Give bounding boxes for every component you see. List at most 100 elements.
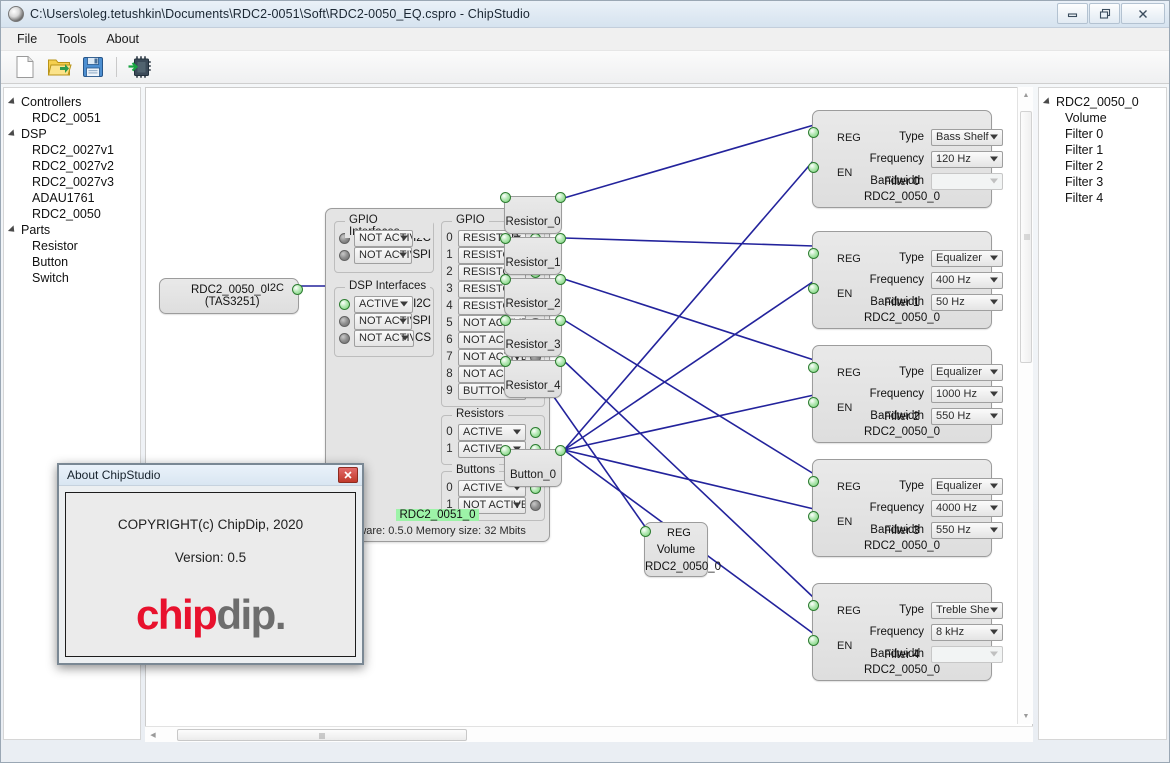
node-port-en[interactable] bbox=[808, 511, 819, 522]
resistor-row[interactable]: 0 ACTIVE bbox=[444, 423, 544, 441]
node-port-en[interactable] bbox=[808, 635, 819, 646]
gpio-interface-i2c-combo[interactable]: NOT ACTIVE bbox=[354, 229, 414, 247]
node-port-in[interactable] bbox=[500, 233, 511, 244]
tree-item-filter-3[interactable]: Filter 3 bbox=[1039, 174, 1166, 190]
vertical-scroll-thumb[interactable] bbox=[1020, 111, 1032, 363]
dsp-interface-cs-combo[interactable]: NOT ACTIVE bbox=[354, 329, 414, 347]
node-resistor-3[interactable]: Resistor_3 bbox=[500, 315, 566, 357]
dsp-interface-i2c-combo[interactable]: ACTIVE bbox=[354, 295, 414, 313]
node-resistor-1[interactable]: Resistor_1 bbox=[500, 233, 566, 275]
node-port-in[interactable] bbox=[500, 192, 511, 203]
tree-item-adau1761[interactable]: ADAU1761 bbox=[4, 190, 140, 206]
tree-group-parts[interactable]: Parts bbox=[4, 222, 140, 238]
node-port-reg[interactable] bbox=[808, 248, 819, 259]
node-port-in[interactable] bbox=[500, 315, 511, 326]
minimize-button[interactable] bbox=[1057, 3, 1088, 24]
about-close-button[interactable] bbox=[338, 467, 358, 483]
program-chip-icon[interactable] bbox=[126, 53, 154, 81]
tree-group-dsp[interactable]: DSP bbox=[4, 126, 140, 142]
canvas-horizontal-scrollbar[interactable]: ◀ bbox=[145, 726, 1033, 742]
node-port-reg[interactable] bbox=[808, 476, 819, 487]
filter-type-combo[interactable]: Equalizer bbox=[931, 249, 1003, 267]
node-button-0[interactable]: Button_0 bbox=[500, 445, 566, 487]
filter-frequency-combo[interactable]: 120 Hz bbox=[931, 150, 1003, 168]
restore-button[interactable] bbox=[1089, 3, 1120, 24]
dsp-interface-spi-combo[interactable]: NOT ACTIVE bbox=[354, 312, 413, 330]
node-port-in[interactable] bbox=[500, 274, 511, 285]
tree-item-rdc2-0051[interactable]: RDC2_0051 bbox=[4, 110, 140, 126]
node-filter-0[interactable]: REG EN Type Bass Shelf Frequency 120 Hz … bbox=[808, 110, 1003, 208]
node-port-en[interactable] bbox=[808, 162, 819, 173]
node-port-reg[interactable] bbox=[808, 600, 819, 611]
dsp-interface-row[interactable]: NOT ACTIVE SPI bbox=[339, 312, 433, 330]
resistor-0-port[interactable] bbox=[530, 426, 541, 438]
node-volume[interactable]: REG Volume RDC2_0050_0 bbox=[640, 522, 721, 577]
filter-frequency-combo[interactable]: 400 Hz bbox=[931, 271, 1003, 289]
node-port-reg[interactable] bbox=[640, 526, 651, 537]
gpio-interface-spi-combo[interactable]: NOT ACTIVE bbox=[354, 246, 413, 264]
gpio-interface-row[interactable]: NOT ACTIVE SPI bbox=[339, 246, 433, 264]
node-port-in[interactable] bbox=[500, 445, 511, 456]
node-port-en[interactable] bbox=[808, 283, 819, 294]
tree-item-filter-1[interactable]: Filter 1 bbox=[1039, 142, 1166, 158]
scroll-up-icon[interactable]: ▲ bbox=[1018, 87, 1034, 103]
filter-type-combo[interactable]: Treble She bbox=[931, 601, 1003, 619]
about-dialog[interactable]: About ChipStudio COPYRIGHT(c) ChipDip, 2… bbox=[57, 463, 364, 665]
tree-item-filter-4[interactable]: Filter 4 bbox=[1039, 190, 1166, 206]
node-port-reg[interactable] bbox=[808, 127, 819, 138]
node-resistor-0[interactable]: Resistor_0 bbox=[500, 192, 566, 234]
project-outline-tree[interactable]: RDC2_0050_0 Volume Filter 0 Filter 1 Fil… bbox=[1038, 87, 1167, 740]
filter-type-combo[interactable]: Equalizer bbox=[931, 363, 1003, 381]
close-button[interactable] bbox=[1121, 3, 1165, 24]
tree-item-rdc2-0027v1[interactable]: RDC2_0027v1 bbox=[4, 142, 140, 158]
node-port-en[interactable] bbox=[808, 397, 819, 408]
save-icon[interactable] bbox=[79, 53, 107, 81]
tree-group-label: Controllers bbox=[21, 95, 82, 109]
scroll-down-icon[interactable]: ▼ bbox=[1018, 708, 1034, 724]
resistor-0-combo[interactable]: ACTIVE bbox=[458, 423, 526, 441]
tree-item-filter-2[interactable]: Filter 2 bbox=[1039, 158, 1166, 174]
tree-item-rdc2-0027v3[interactable]: RDC2_0027v3 bbox=[4, 174, 140, 190]
dsp-interface-row[interactable]: NOT ACTIVE CS bbox=[339, 329, 433, 347]
node-filter-2[interactable]: REG EN Type Equalizer Frequency 1000 Hz … bbox=[808, 345, 1003, 443]
node-resistor-4[interactable]: Resistor_4 bbox=[500, 356, 566, 398]
tree-item-resistor[interactable]: Resistor bbox=[4, 238, 140, 254]
horizontal-scroll-thumb[interactable] bbox=[177, 729, 467, 741]
node-port-in[interactable] bbox=[500, 356, 511, 367]
tree-item-rdc2-0027v2[interactable]: RDC2_0027v2 bbox=[4, 158, 140, 174]
tree-root-rdc2-0050-0[interactable]: RDC2_0050_0 bbox=[1039, 94, 1166, 110]
node-filter-1[interactable]: REG EN Type Equalizer Frequency 400 Hz B… bbox=[808, 231, 1003, 329]
menu-item-tools[interactable]: Tools bbox=[47, 29, 96, 49]
tree-item-button[interactable]: Button bbox=[4, 254, 140, 270]
port-label-reg: REG bbox=[837, 253, 861, 265]
tree-item-filter-0[interactable]: Filter 0 bbox=[1039, 126, 1166, 142]
tree-item-switch[interactable]: Switch bbox=[4, 270, 140, 286]
open-folder-icon[interactable] bbox=[45, 53, 73, 81]
node-filter-4[interactable]: REG EN Type Treble She Frequency 8 kHz B… bbox=[808, 583, 1003, 681]
node-port-out[interactable] bbox=[555, 315, 566, 326]
new-file-icon[interactable] bbox=[11, 53, 39, 81]
filter-frequency-combo[interactable]: 4000 Hz bbox=[931, 499, 1003, 517]
tree-item-volume[interactable]: Volume bbox=[1039, 110, 1166, 126]
node-rdc2-0050-0[interactable]: I2C RDC2_0050_0 (TAS3251) bbox=[159, 278, 303, 314]
canvas-vertical-scrollbar[interactable]: ▲ ▼ bbox=[1017, 87, 1033, 724]
node-port-out[interactable] bbox=[555, 356, 566, 367]
gpio-index: 0 bbox=[446, 232, 453, 244]
filter-frequency-combo[interactable]: 8 kHz bbox=[931, 623, 1003, 641]
filter-frequency-combo[interactable]: 1000 Hz bbox=[931, 385, 1003, 403]
scroll-left-icon[interactable]: ◀ bbox=[145, 727, 161, 743]
node-port-out[interactable] bbox=[555, 274, 566, 285]
node-filter-3[interactable]: REG EN Type Equalizer Frequency 4000 Hz … bbox=[808, 459, 1003, 557]
node-port-reg[interactable] bbox=[808, 362, 819, 373]
menu-item-file[interactable]: File bbox=[7, 29, 47, 49]
node-port-out[interactable] bbox=[555, 233, 566, 244]
tree-item-rdc2-0050[interactable]: RDC2_0050 bbox=[4, 206, 140, 222]
node-port-out[interactable] bbox=[555, 445, 566, 456]
node-resistor-2[interactable]: Resistor_2 bbox=[500, 274, 566, 316]
menu-item-about[interactable]: About bbox=[96, 29, 149, 49]
tree-group-controllers[interactable]: Controllers bbox=[4, 94, 140, 110]
node-port-out[interactable] bbox=[555, 192, 566, 203]
filter-type-combo[interactable]: Equalizer bbox=[931, 477, 1003, 495]
dsp-interface-row[interactable]: ACTIVE I2C bbox=[339, 295, 433, 313]
filter-type-combo[interactable]: Bass Shelf bbox=[931, 128, 1003, 146]
